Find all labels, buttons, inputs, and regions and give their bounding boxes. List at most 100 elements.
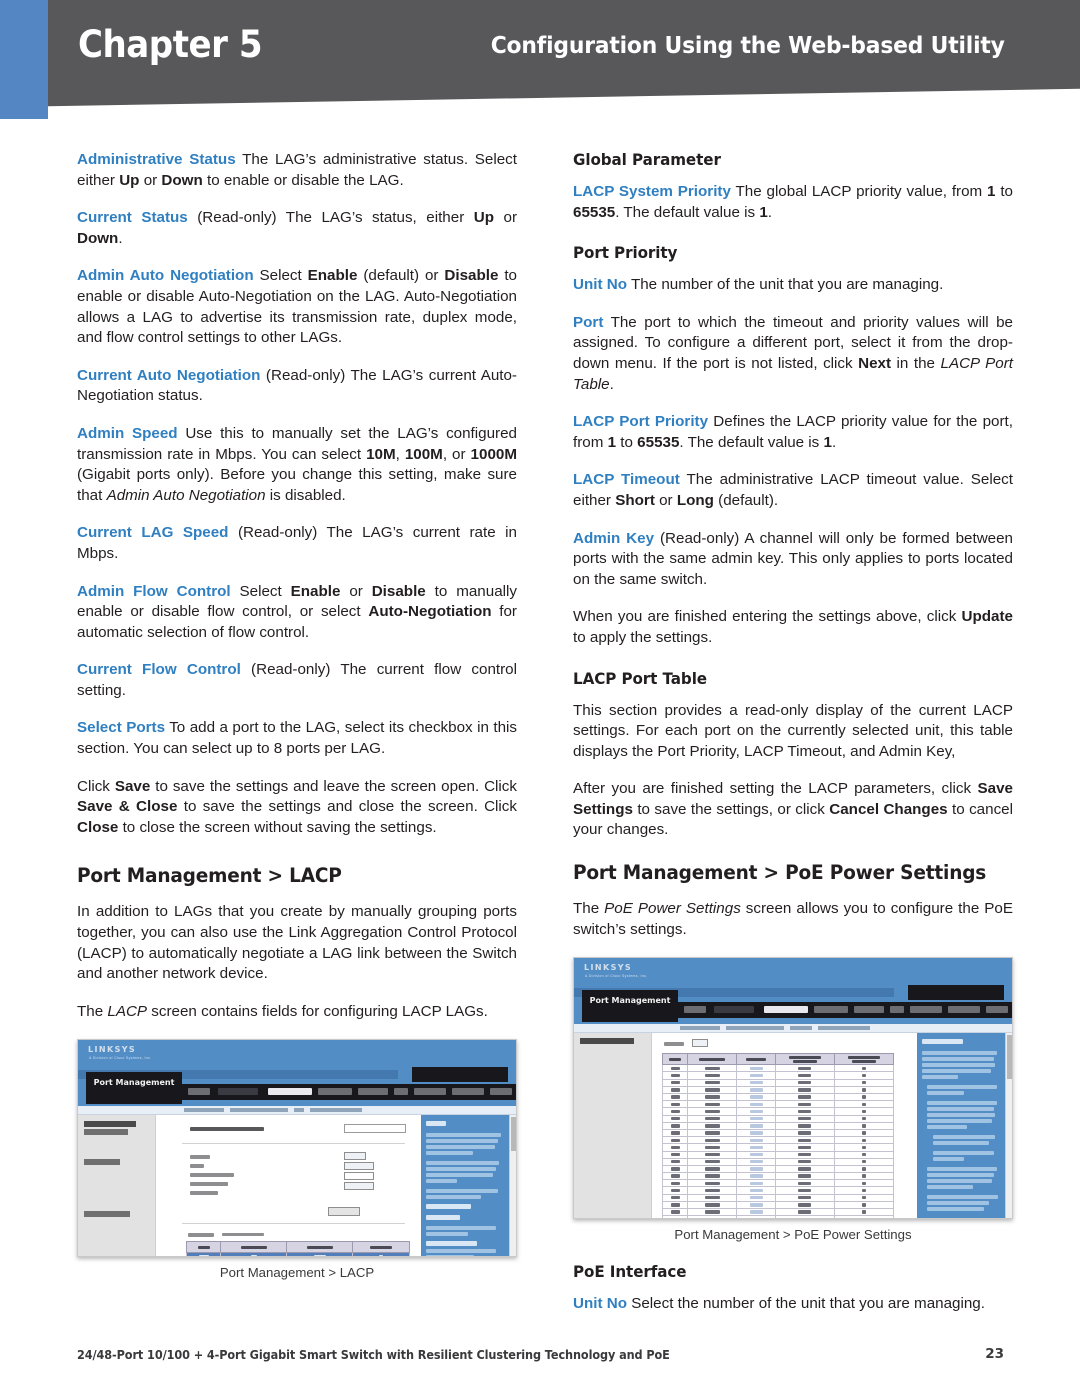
col-admin-status	[687, 1053, 738, 1066]
field-label-lacp-system-priority	[190, 1127, 264, 1132]
term-select-ports: Select Ports	[77, 719, 166, 737]
page-header: Chapter 5 Configuration Using the Web-ba…	[0, 0, 1080, 125]
select-port[interactable]	[344, 1162, 374, 1171]
para-port: Port The port to which the timeout and p…	[573, 313, 1013, 393]
screenshot-navbar: Port Management	[574, 984, 1012, 1025]
sidebar-label-global-parameter-text	[84, 1129, 128, 1136]
sidebar-label-lacp-port-table[interactable]	[84, 1211, 130, 1218]
table-row[interactable]	[661, 1150, 895, 1159]
table-row[interactable]	[661, 1114, 895, 1123]
table-row[interactable]	[661, 1207, 895, 1217]
menu-item-qos[interactable]	[890, 1006, 904, 1014]
input-lacp-port-priority[interactable]	[344, 1172, 374, 1181]
pager-links[interactable]	[222, 1233, 264, 1237]
right-column: Global Parameter LACP System Priority Th…	[573, 150, 1013, 1315]
screenshot-lacp: LINKSYS A Division of Cisco Systems, Inc…	[77, 1039, 517, 1258]
figure-lacp-screenshot: LINKSYS A Division of Cisco Systems, Inc…	[77, 1039, 517, 1280]
menu-item-portmgmt[interactable]	[714, 1006, 754, 1014]
term-current-flow-control: Current Flow Control	[77, 661, 241, 679]
para-lacp-timeout: LACP Timeout The administrative LACP tim…	[573, 471, 1013, 509]
para-lacp-screen-note: The LACP screen contains fields for conf…	[77, 1002, 488, 1020]
sidebar-label-port-priority[interactable]	[84, 1159, 120, 1166]
col-power-allocation	[774, 1053, 835, 1066]
para-admin-auto-negotiation: Admin Auto Negotiation Select Enable (de…	[77, 267, 517, 347]
para-current-status: Current Status (Read-only) The LAG’s sta…	[77, 209, 518, 247]
table-row[interactable]	[661, 1092, 895, 1102]
menu-item-vlanmgmt[interactable]	[268, 1088, 312, 1096]
screenshot-poe: LINKSYS A Division of Cisco Systems, Inc…	[573, 957, 1013, 1220]
heading-port-priority: Port Priority	[573, 243, 678, 263]
table-row[interactable]	[661, 1071, 895, 1080]
menu-item-snmp[interactable]	[986, 1006, 1008, 1014]
menu-item-spanningtree[interactable]	[910, 1006, 942, 1014]
term-admin-auto-negotiation: Admin Auto Negotiation	[77, 267, 254, 285]
heading-port-management-poe: Port Management > PoE Power Settings	[573, 861, 987, 885]
sidebar-label-poe-interface[interactable]	[580, 1038, 634, 1045]
menu-item-statistics[interactable]	[814, 1006, 848, 1014]
term-unit-no: Unit No	[573, 276, 627, 294]
table-row[interactable]	[661, 1200, 895, 1210]
logout-button[interactable]	[412, 1067, 508, 1083]
logout-button[interactable]	[908, 985, 1004, 1001]
field-label-unit-no	[664, 1042, 684, 1047]
table-row[interactable]	[661, 1121, 895, 1130]
table-row[interactable]	[661, 1078, 895, 1087]
table-row[interactable]	[661, 1186, 895, 1195]
term-admin-flow-control: Admin Flow Control	[77, 582, 231, 600]
table-row[interactable]	[661, 1215, 895, 1219]
table-row[interactable]	[661, 1143, 895, 1152]
table-row[interactable]	[661, 1193, 895, 1202]
sidebar-label-global-parameter[interactable]	[84, 1121, 136, 1128]
table-row[interactable]	[661, 1100, 895, 1109]
table-row[interactable]	[661, 1136, 895, 1145]
col-port-priority	[220, 1241, 288, 1254]
module-tab-port-management[interactable]: Port Management	[582, 990, 678, 1023]
menu-item-setup[interactable]	[684, 1006, 706, 1014]
table-row[interactable]	[661, 1157, 895, 1166]
table-header-row	[661, 1053, 895, 1066]
input-lacp-system-priority[interactable]	[344, 1124, 406, 1134]
table-row[interactable]	[185, 1252, 410, 1257]
table-row[interactable]	[661, 1128, 895, 1138]
select-unit-no[interactable]	[692, 1039, 708, 1048]
screenshot-body	[78, 1115, 516, 1257]
update-button[interactable]	[328, 1207, 360, 1217]
para-select-ports: Select Ports To add a port to the LAG, s…	[77, 719, 517, 758]
menu-item-statistics[interactable]	[318, 1088, 352, 1096]
term-poe-unit-no: Unit No	[573, 1295, 627, 1313]
select-lacp-timeout[interactable]	[344, 1182, 374, 1191]
para-lacp-port-priority: LACP Port Priority Defines the LACP prio…	[573, 413, 1013, 451]
field-label-port	[190, 1164, 204, 1169]
screenshot-breadcrumb	[78, 1106, 516, 1116]
menu-item-vlanmgmt[interactable]	[764, 1006, 808, 1014]
select-unit-no[interactable]	[344, 1152, 366, 1161]
para-admin-speed: Admin Speed Use this to manually set the…	[77, 424, 517, 504]
para-current-auto-negotiation: Current Auto Negotiation (Read-only) The…	[77, 366, 517, 405]
field-label-lacp-timeout	[190, 1182, 228, 1187]
menu-item-security[interactable]	[854, 1006, 884, 1014]
table-row[interactable]	[661, 1085, 895, 1095]
table-row[interactable]	[661, 1064, 895, 1073]
menu-item-snmp[interactable]	[490, 1088, 512, 1096]
screenshot-scrollbar[interactable]	[1005, 1033, 1012, 1219]
table-row[interactable]	[661, 1107, 895, 1116]
module-tab-port-management[interactable]: Port Management	[86, 1072, 182, 1105]
menu-item-setup[interactable]	[188, 1088, 210, 1096]
menu-item-portmgmt[interactable]	[218, 1088, 258, 1096]
menu-item-security[interactable]	[358, 1088, 388, 1096]
para-lacp-port-table: This section provides a read-only displa…	[573, 701, 1013, 760]
field-label-lacp-port-priority	[190, 1173, 234, 1178]
menu-item-qos[interactable]	[394, 1088, 408, 1096]
para-poe-unit-no: Unit No Select the number of the unit th…	[573, 1295, 985, 1313]
menu-item-multicast[interactable]	[452, 1088, 484, 1096]
menu-item-multicast[interactable]	[948, 1006, 980, 1014]
screenshot-scrollbar[interactable]	[509, 1115, 516, 1257]
poe-power-settings-table	[661, 1053, 895, 1219]
menu-item-spanningtree[interactable]	[414, 1088, 446, 1096]
header-accent-bar	[0, 0, 48, 119]
table-row[interactable]	[661, 1179, 895, 1188]
pager-label	[188, 1233, 214, 1238]
col-lacp-timeout	[286, 1241, 354, 1254]
table-row[interactable]	[661, 1172, 895, 1181]
table-row[interactable]	[661, 1164, 895, 1174]
